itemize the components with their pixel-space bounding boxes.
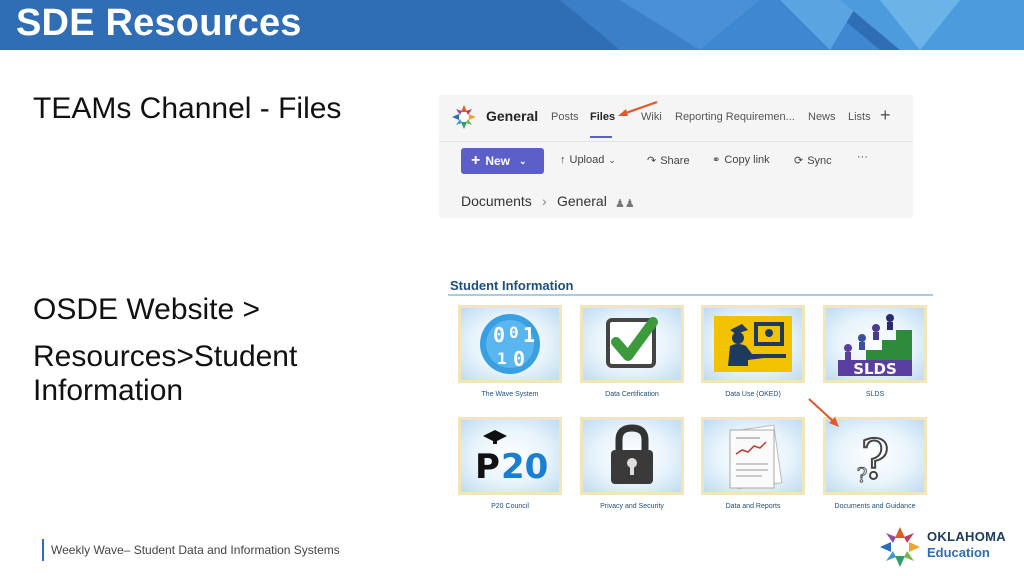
footer-text: Weekly Wave– Student Data and Informatio… xyxy=(51,543,340,557)
svg-text:?: ? xyxy=(857,463,868,487)
section-website-line1: OSDE Website > xyxy=(33,293,261,326)
channel-name: General xyxy=(486,108,539,124)
svg-text:1: 1 xyxy=(523,323,535,347)
add-tab-plus-icon[interactable]: + xyxy=(880,105,891,126)
plus-icon: + xyxy=(471,152,481,169)
breadcrumb-separator-icon: › xyxy=(542,193,547,209)
new-button[interactable]: + New ⌄ xyxy=(461,148,544,174)
copy-link-button[interactable]: ⚭ Copy link xyxy=(712,154,770,166)
sync-icon: ⟳ xyxy=(794,155,804,167)
student-info-heading: Student Information xyxy=(450,278,574,293)
tile-caption[interactable]: Data Use (OKED) xyxy=(691,391,815,398)
sync-button[interactable]: ⟳ Sync xyxy=(794,154,832,168)
tab-reporting-requirements[interactable]: Reporting Requiremen... xyxy=(675,111,795,123)
more-options-button[interactable]: ··· xyxy=(857,151,868,163)
svg-text:0: 0 xyxy=(493,323,505,347)
tab-posts[interactable]: Posts xyxy=(551,111,579,123)
tile-slds[interactable]: SLDS xyxy=(823,305,927,383)
chevron-down-icon: ⌄ xyxy=(608,154,616,165)
share-button[interactable]: ↷ Share xyxy=(647,154,690,168)
tile-caption[interactable]: P20 Council xyxy=(448,503,572,510)
arrow-pointer-icon xyxy=(808,398,839,427)
toolbar-divider xyxy=(439,141,913,142)
tile-caption[interactable]: Documents and Guidance xyxy=(813,503,937,510)
share-label: Share xyxy=(660,154,690,167)
tile-caption[interactable]: The Wave System xyxy=(448,391,572,398)
tile-data-use-oked[interactable] xyxy=(701,305,805,383)
svg-text:0: 0 xyxy=(509,323,519,342)
checkmark-icon xyxy=(606,317,658,368)
brand-name-line2: Education xyxy=(927,545,990,560)
tile-data-certification[interactable] xyxy=(580,305,684,383)
link-icon: ⚭ xyxy=(712,154,721,166)
heading-rule xyxy=(448,294,933,296)
header-bar: SDE Resources xyxy=(0,0,1024,50)
page-title: SDE Resources xyxy=(16,2,302,44)
svg-text:0: 0 xyxy=(513,347,525,371)
person-at-computer-icon xyxy=(714,316,792,372)
section-website-line3: Information xyxy=(33,374,184,407)
p20-number: 20 xyxy=(501,447,548,487)
p20-graduation-icon: P 20 xyxy=(475,430,548,487)
oklahoma-education-logo-icon xyxy=(880,527,920,567)
upload-button[interactable]: ↑ Upload ⌄ xyxy=(560,154,616,166)
tile-caption[interactable]: Data Certification xyxy=(570,391,694,398)
breadcrumb-documents[interactable]: Documents xyxy=(461,193,532,209)
copy-link-label: Copy link xyxy=(724,154,770,166)
tile-caption[interactable]: Data and Reports xyxy=(691,503,815,510)
sync-label: Sync xyxy=(807,154,832,167)
binary-data-icon: 0 0 1 1 0 xyxy=(480,314,540,374)
tile-privacy-security[interactable] xyxy=(580,417,684,495)
breadcrumb-general: General xyxy=(557,193,607,209)
tile-wave-system[interactable]: 0 0 1 1 0 xyxy=(458,305,562,383)
tile-caption[interactable]: Privacy and Security xyxy=(570,503,694,510)
tab-files[interactable]: Files xyxy=(590,111,615,123)
report-document-icon xyxy=(729,424,783,490)
tab-lists[interactable]: Lists xyxy=(848,111,871,123)
active-tab-underline xyxy=(590,136,612,138)
section-website-label: OSDE Website > Resources>Student Informa… xyxy=(33,290,297,411)
slds-text: SLDS xyxy=(853,360,897,378)
section-teams-label: TEAMs Channel - Files xyxy=(33,92,342,125)
tab-news[interactable]: News xyxy=(808,111,836,123)
chevron-down-icon: ⌄ xyxy=(519,155,527,166)
padlock-icon xyxy=(611,424,653,484)
arrow-pointer-icon xyxy=(618,100,658,116)
share-icon: ↷ xyxy=(647,155,657,167)
tile-data-reports[interactable] xyxy=(701,417,805,495)
brand-name-line1: OKLAHOMA xyxy=(927,529,1006,544)
slds-growth-icon: SLDS xyxy=(838,314,912,378)
slide: SDE Resources TEAMs Channel - Files OSDE… xyxy=(0,0,1024,576)
oklahoma-education-logo-icon xyxy=(452,105,476,129)
svg-text:P: P xyxy=(475,447,500,487)
svg-text:1: 1 xyxy=(497,349,507,368)
footer-accent-bar xyxy=(42,539,44,561)
upload-label: Upload xyxy=(569,154,605,166)
tile-p20-council[interactable]: P 20 xyxy=(458,417,562,495)
new-button-label: New xyxy=(485,154,511,168)
teams-channel-screenshot: General Posts Files Wiki Reporting Requi… xyxy=(439,95,913,218)
upload-arrow-icon: ↑ xyxy=(560,154,566,166)
people-icon: ♟♟ xyxy=(615,198,635,210)
question-mark-icon: ? ? xyxy=(856,427,890,492)
